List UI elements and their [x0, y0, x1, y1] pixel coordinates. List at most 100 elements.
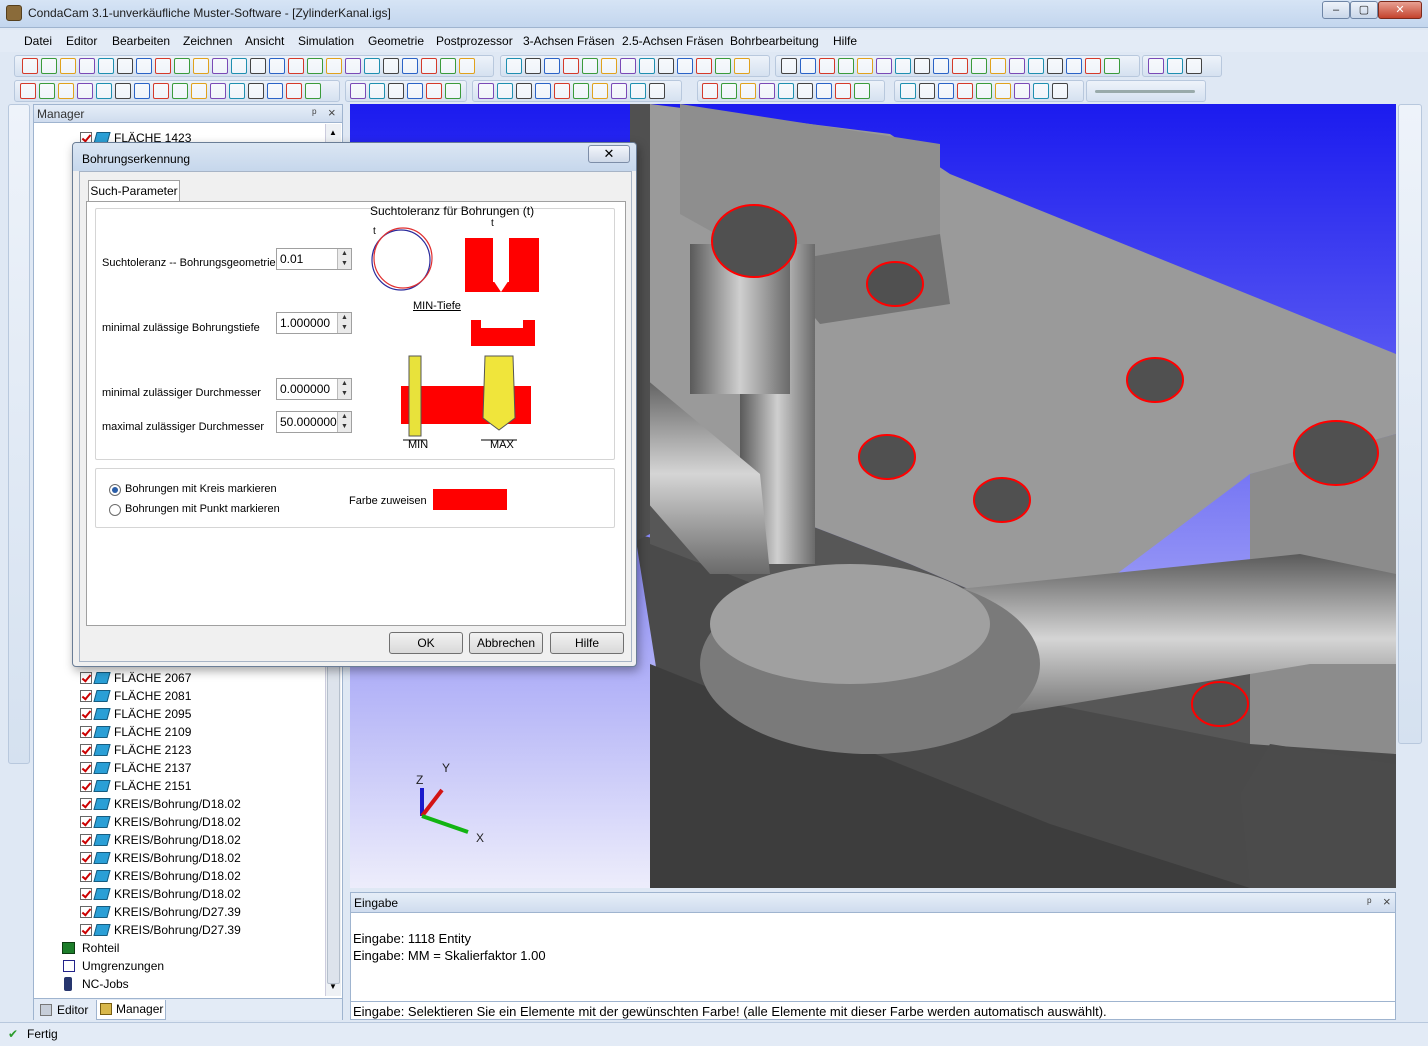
radio-punkt-label[interactable]: Bohrungen mit Punkt markieren	[125, 503, 280, 515]
toolbar-tool-icon[interactable]	[58, 83, 74, 99]
toolbar-tool-icon[interactable]	[172, 83, 188, 99]
menu-geometrie[interactable]: Geometrie	[368, 34, 424, 48]
toolbar-tool-icon[interactable]	[191, 83, 207, 99]
checkbox[interactable]	[80, 708, 92, 720]
tree-item[interactable]: KREIS/Bohrung/D18.02	[34, 795, 334, 813]
menu-editor[interactable]: Editor	[66, 34, 97, 48]
toolbar-tool-icon[interactable]	[20, 83, 36, 99]
toolbar-tool-icon[interactable]	[544, 58, 560, 74]
checkbox[interactable]	[80, 780, 92, 792]
toolbar-tool-icon[interactable]	[797, 83, 813, 99]
toolbar-tool-icon[interactable]	[212, 58, 228, 74]
hilfe-button[interactable]: Hilfe	[550, 632, 624, 654]
toolbar-tool-icon[interactable]	[601, 58, 617, 74]
toolbar-tool-icon[interactable]	[153, 83, 169, 99]
menu-bohrbearbeitung[interactable]: Bohrbearbeitung	[730, 34, 819, 48]
command-line[interactable]: Eingabe: Selektieren Sie ein Elemente mi…	[353, 1004, 1107, 1019]
toolbar-tool-icon[interactable]	[715, 58, 731, 74]
toolbar-tool-icon[interactable]	[658, 58, 674, 74]
toolbar-tool-icon[interactable]	[677, 58, 693, 74]
toolbar-tool-icon[interactable]	[611, 83, 627, 99]
checkbox[interactable]	[80, 762, 92, 774]
spin-down-icon[interactable]: ▼	[337, 389, 351, 399]
sim-speed-slider[interactable]	[1095, 90, 1195, 93]
toolbar-tool-icon[interactable]	[819, 58, 835, 74]
tree-group-umgrenzungen[interactable]: Umgrenzungen	[34, 957, 334, 975]
spin-up-icon[interactable]: ▲	[337, 313, 351, 323]
toolbar-tool-icon[interactable]	[1052, 83, 1068, 99]
toolbar-tool-icon[interactable]	[60, 58, 76, 74]
toolbar-tool-icon[interactable]	[383, 58, 399, 74]
toolbar-tool-icon[interactable]	[816, 83, 832, 99]
toolbar-tool-icon[interactable]	[957, 83, 973, 99]
min-tiefe-input[interactable]: 1.000000 ▲ ▼	[276, 312, 352, 334]
toolbar-tool-icon[interactable]	[231, 58, 247, 74]
eingabe-pin-icon[interactable]: ᵖ	[1367, 895, 1372, 909]
toolbar-tool-icon[interactable]	[155, 58, 171, 74]
toolbar-tool-icon[interactable]	[573, 83, 589, 99]
toolbar-tool-icon[interactable]	[497, 83, 513, 99]
toolbar-tool-icon[interactable]	[1186, 58, 1202, 74]
min-durchmesser-input[interactable]: 0.000000 ▲ ▼	[276, 378, 352, 400]
ok-button[interactable]: OK	[389, 632, 463, 654]
spin-up-icon[interactable]: ▲	[337, 412, 351, 422]
toolbar-tool-icon[interactable]	[759, 83, 775, 99]
checkbox[interactable]	[80, 906, 92, 918]
toolbar-tool-icon[interactable]	[440, 58, 456, 74]
toolbar-tool-icon[interactable]	[193, 58, 209, 74]
tab-manager[interactable]: Manager	[96, 1000, 166, 1020]
tree-item[interactable]: FLÄCHE 2151	[34, 777, 334, 795]
toolbar-tool-icon[interactable]	[592, 83, 608, 99]
toolbar-tool-icon[interactable]	[740, 83, 756, 99]
color-swatch[interactable]	[433, 489, 507, 510]
toolbar-tool-icon[interactable]	[990, 58, 1006, 74]
toolbar-tool-icon[interactable]	[838, 58, 854, 74]
radio-kreis[interactable]	[109, 484, 121, 496]
toolbar-tool-icon[interactable]	[800, 58, 816, 74]
tree-item[interactable]: FLÄCHE 2137	[34, 759, 334, 777]
tree-item[interactable]: KREIS/Bohrung/D18.02	[34, 885, 334, 903]
toolbar-tool-icon[interactable]	[305, 83, 321, 99]
toolbar-tool-icon[interactable]	[1028, 58, 1044, 74]
toolbar-tool-icon[interactable]	[620, 58, 636, 74]
tree-item[interactable]: FLÄCHE 2109	[34, 723, 334, 741]
toolbar-tool-icon[interactable]	[96, 83, 112, 99]
tree-item[interactable]: FLÄCHE 2123	[34, 741, 334, 759]
toolbar-tool-icon[interactable]	[696, 58, 712, 74]
toolbar-tool-icon[interactable]	[326, 58, 342, 74]
toolbar-tool-icon[interactable]	[778, 83, 794, 99]
tree-item[interactable]: FLÄCHE 2067	[34, 669, 334, 687]
manager-close-icon[interactable]: ×	[328, 105, 336, 120]
toolbar-tool-icon[interactable]	[506, 58, 522, 74]
checkbox[interactable]	[80, 888, 92, 900]
toolbar-tool-icon[interactable]	[995, 83, 1011, 99]
toolbar-tool-icon[interactable]	[98, 58, 114, 74]
spin-down-icon[interactable]: ▼	[337, 422, 351, 432]
tree-item[interactable]: KREIS/Bohrung/D27.39	[34, 921, 334, 939]
toolbar-tool-icon[interactable]	[41, 58, 57, 74]
max-durchmesser-input[interactable]: 50.000000 ▲ ▼	[276, 411, 352, 433]
toolbar-tool-icon[interactable]	[369, 83, 385, 99]
tree-group-rohteil[interactable]: Rohteil	[34, 939, 334, 957]
menu-simulation[interactable]: Simulation	[298, 34, 354, 48]
checkbox[interactable]	[80, 834, 92, 846]
toolbar-tool-icon[interactable]	[639, 58, 655, 74]
toolbar-tool-icon[interactable]	[854, 83, 870, 99]
toolbar-tool-icon[interactable]	[876, 58, 892, 74]
menu-postprozessor[interactable]: Postprozessor	[436, 34, 513, 48]
suchtoleranz-input[interactable]: 0.01 ▲ ▼	[276, 248, 352, 270]
toolbar-tool-icon[interactable]	[582, 58, 598, 74]
tree-item[interactable]: FLÄCHE 2095	[34, 705, 334, 723]
toolbar-tool-icon[interactable]	[933, 58, 949, 74]
spin-down-icon[interactable]: ▼	[337, 323, 351, 333]
tab-editor[interactable]: Editor	[38, 1002, 94, 1019]
toolbar-tool-icon[interactable]	[516, 83, 532, 99]
toolbar-tool-icon[interactable]	[115, 83, 131, 99]
radio-punkt[interactable]	[109, 504, 121, 516]
toolbar-tool-icon[interactable]	[407, 83, 423, 99]
toolbar-tool-icon[interactable]	[1148, 58, 1164, 74]
toolbar-tool-icon[interactable]	[388, 83, 404, 99]
toolbar-tool-icon[interactable]	[402, 58, 418, 74]
toolbar-tool-icon[interactable]	[649, 83, 665, 99]
toolbar-tool-icon[interactable]	[250, 58, 266, 74]
